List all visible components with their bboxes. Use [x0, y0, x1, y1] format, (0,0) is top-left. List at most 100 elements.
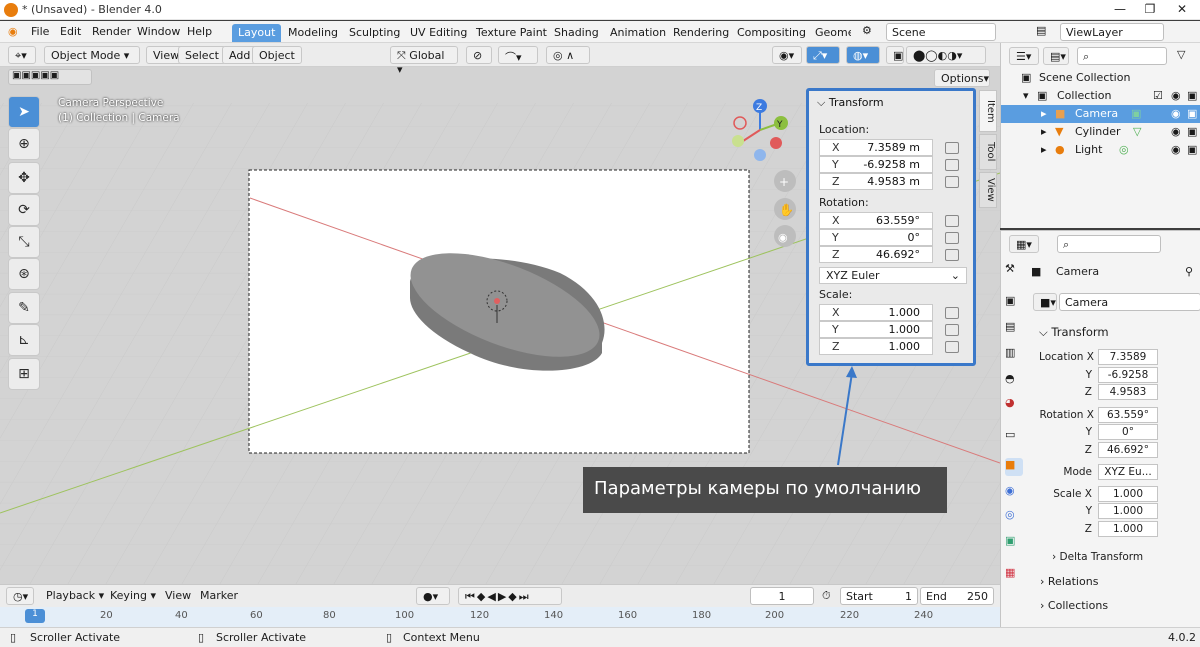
- annotate-tool-icon[interactable]: ✎: [8, 292, 40, 324]
- camera-render-icon[interactable]: ▣: [1187, 143, 1197, 156]
- menu-timeline-view[interactable]: View: [165, 589, 191, 602]
- move-tool-icon[interactable]: ✥: [8, 162, 40, 194]
- menu-render[interactable]: Render: [92, 25, 131, 38]
- shading-modes[interactable]: ⬤◯◐◑▾: [906, 46, 986, 64]
- transform-panel-header[interactable]: ⌵ Transform: [1039, 325, 1109, 340]
- prop-rotation-x-field[interactable]: 63.559°: [1098, 407, 1158, 423]
- tab-uv-editing[interactable]: UV Editing: [404, 24, 473, 42]
- expand-icon[interactable]: ▸: [1041, 107, 1047, 120]
- menu-window[interactable]: Window: [137, 25, 180, 38]
- outliner-collection[interactable]: ▾ ▣ Collection ☑ ◉ ▣: [1001, 87, 1200, 105]
- outliner-type-icon[interactable]: ☰▾: [1009, 47, 1039, 65]
- eye-icon[interactable]: ◉: [1171, 125, 1181, 138]
- minimize-icon[interactable]: —: [1110, 2, 1130, 18]
- outliner-scene-collection[interactable]: ▣ Scene Collection: [1001, 69, 1200, 87]
- outliner-item-cylinder[interactable]: ▸ ▼ Cylinder ▽ ◉ ▣: [1001, 123, 1200, 141]
- tab-compositing[interactable]: Compositing: [731, 24, 812, 42]
- camera-render-icon[interactable]: ▣: [1187, 125, 1197, 138]
- visibility-icon[interactable]: ◉▾: [772, 46, 802, 64]
- prop-location-z-field[interactable]: 4.9583: [1098, 384, 1158, 400]
- measure-tool-icon[interactable]: ⊾: [8, 324, 40, 356]
- lock-icon[interactable]: [945, 341, 959, 353]
- rotation-z-field[interactable]: Z 46.692°: [819, 246, 933, 263]
- prop-scale-x-field[interactable]: 1.000: [1098, 486, 1158, 502]
- expand-icon[interactable]: ▸: [1041, 125, 1047, 138]
- scale-z-field[interactable]: Z 1.000: [819, 338, 933, 355]
- menu-help[interactable]: Help: [187, 25, 212, 38]
- overlay-toggle-icon[interactable]: ◍▾: [846, 46, 880, 64]
- pan-hand-icon[interactable]: ✋: [774, 198, 796, 220]
- prop-rotation-z-field[interactable]: 46.692°: [1098, 442, 1158, 458]
- xray-icon[interactable]: ▣: [886, 46, 904, 64]
- expand-icon[interactable]: ▾: [1023, 89, 1029, 102]
- view-layer-tab-icon[interactable]: ▥: [1005, 346, 1023, 364]
- timeline-ruler[interactable]: 1 20 40 60 80 100 120 140 160 180 200 22…: [0, 607, 1000, 627]
- delta-transform-panel[interactable]: › Delta Transform: [1052, 551, 1143, 563]
- rotate-tool-icon[interactable]: ⟳: [8, 194, 40, 226]
- cursor-tool-icon[interactable]: ⊕: [8, 128, 40, 160]
- world-tab-icon[interactable]: ◕: [1005, 396, 1023, 414]
- location-y-field[interactable]: Y -6.9258 m: [819, 156, 933, 173]
- lock-icon[interactable]: [945, 324, 959, 336]
- tab-item[interactable]: Item: [979, 90, 997, 132]
- prop-rotation-y-field[interactable]: 0°: [1098, 424, 1158, 440]
- proportional-edit-icon[interactable]: ◎ ∧: [546, 46, 590, 64]
- scene-tab-icon[interactable]: ◓: [1005, 372, 1023, 390]
- scale-x-field[interactable]: X 1.000: [819, 304, 933, 321]
- stopwatch-icon[interactable]: ⏱: [822, 589, 831, 603]
- location-x-field[interactable]: X 7.3589 m: [819, 139, 933, 156]
- prop-location-y-field[interactable]: -6.9258: [1098, 367, 1158, 383]
- menu-file[interactable]: File: [31, 25, 49, 38]
- eye-icon[interactable]: ◉: [1171, 143, 1181, 156]
- select-tool-icon[interactable]: ➤: [8, 96, 40, 128]
- lock-icon[interactable]: [945, 215, 959, 227]
- object-name-field[interactable]: Camera: [1059, 293, 1200, 311]
- tab-view[interactable]: View: [979, 172, 997, 208]
- lock-icon[interactable]: [945, 176, 959, 188]
- lock-icon[interactable]: [945, 142, 959, 154]
- properties-type-icon[interactable]: ▦▾: [1009, 235, 1039, 253]
- options-button[interactable]: Options▾: [934, 69, 990, 87]
- start-frame-field[interactable]: Start 1: [840, 587, 918, 605]
- camera-render-icon[interactable]: ▣: [1187, 107, 1197, 120]
- eye-icon[interactable]: ◉: [1171, 89, 1181, 102]
- menu-marker[interactable]: Marker: [200, 589, 238, 602]
- menu-keying[interactable]: Keying ▾: [110, 589, 156, 602]
- modifier-tab-icon[interactable]: ◉: [1005, 484, 1023, 502]
- npanel-header[interactable]: ⌵ Transform: [817, 96, 884, 110]
- rotation-y-field[interactable]: Y 0°: [819, 229, 933, 246]
- outliner-search-input[interactable]: ⌕: [1077, 47, 1167, 65]
- tab-animation[interactable]: Animation: [604, 24, 672, 42]
- maximize-icon[interactable]: ❐: [1140, 2, 1160, 18]
- tab-sculpting[interactable]: Sculpting: [343, 24, 406, 42]
- close-icon[interactable]: ✕: [1172, 2, 1192, 18]
- prop-location-x-field[interactable]: 7.3589: [1098, 349, 1158, 365]
- record-keyframe-icon[interactable]: ●▾: [416, 587, 450, 605]
- location-z-field[interactable]: Z 4.9583 m: [819, 173, 933, 190]
- tab-modeling[interactable]: Modeling: [282, 24, 344, 42]
- scale-y-field[interactable]: Y 1.000: [819, 321, 933, 338]
- tab-rendering[interactable]: Rendering: [667, 24, 735, 42]
- camera-view-icon[interactable]: ◉: [774, 225, 796, 247]
- gizmo-toggle-icon[interactable]: ⤢▾: [806, 46, 840, 64]
- menu-select[interactable]: Select: [178, 46, 226, 64]
- tab-layout[interactable]: Layout: [232, 24, 282, 42]
- snap-icon[interactable]: ⌒▾: [498, 46, 538, 64]
- relations-panel[interactable]: › Relations: [1040, 575, 1098, 588]
- scale-tool-icon[interactable]: ⤡: [8, 226, 40, 258]
- physics-tab-icon[interactable]: ◎: [1005, 508, 1023, 526]
- lock-icon[interactable]: [945, 159, 959, 171]
- camera-data-tab-icon[interactable]: ▣: [1005, 534, 1023, 552]
- collections-panel[interactable]: › Collections: [1040, 599, 1108, 612]
- outliner-item-light[interactable]: ▸ ● Light ◎ ◉ ▣: [1001, 141, 1200, 159]
- rotation-x-field[interactable]: X 63.559°: [819, 212, 933, 229]
- selection-mode-buttons[interactable]: ▣▣▣▣▣: [8, 69, 92, 85]
- timeline-editor-type-icon[interactable]: ◷▾: [6, 587, 34, 605]
- checkbox-icon[interactable]: ☑: [1153, 89, 1163, 102]
- playhead[interactable]: 1: [25, 609, 45, 623]
- current-frame-field[interactable]: 1: [750, 587, 814, 605]
- lock-icon[interactable]: [945, 307, 959, 319]
- texture-tab-icon[interactable]: ▦: [1005, 566, 1023, 584]
- transform-tool-icon[interactable]: ⊛: [8, 258, 40, 290]
- rotation-mode-selector[interactable]: XYZ Euler ⌄: [819, 267, 967, 284]
